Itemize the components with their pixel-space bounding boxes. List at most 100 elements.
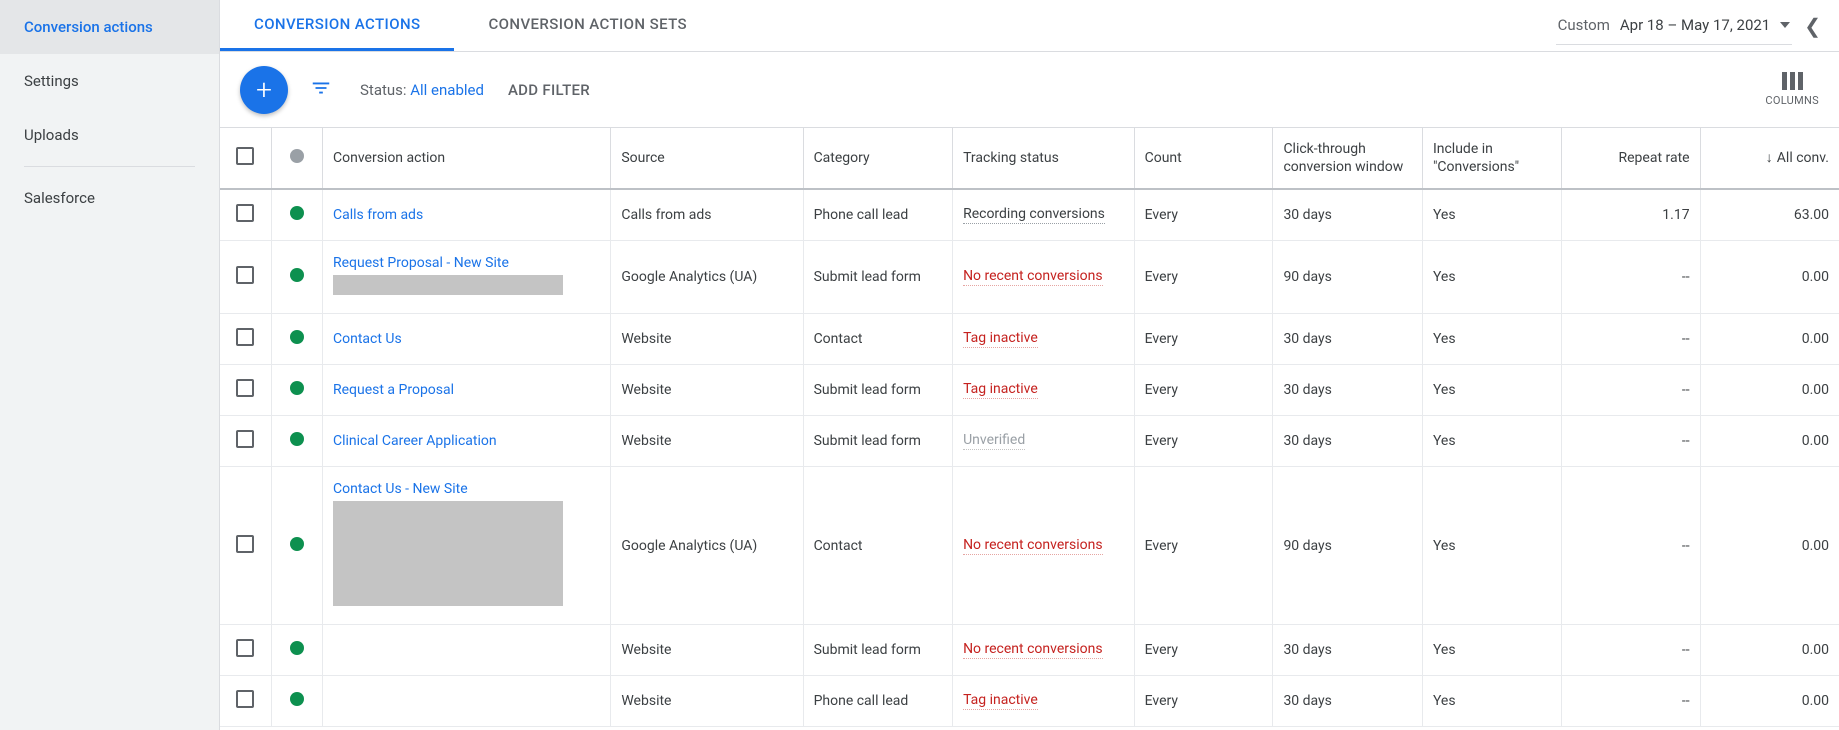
date-range-picker[interactable]: Custom Apr 18 – May 17, 2021 xyxy=(1556,6,1793,45)
status-dot[interactable] xyxy=(290,692,304,706)
cell-allconv: 0.00 xyxy=(1700,416,1839,467)
cell-count: Every xyxy=(1134,467,1273,625)
cell-category: Phone call lead xyxy=(803,676,953,727)
status-dot[interactable] xyxy=(290,330,304,344)
table-row: Contact Us - New SiteGoogle Analytics (U… xyxy=(220,467,1839,625)
cell-name xyxy=(323,625,611,676)
cell-source: Google Analytics (UA) xyxy=(611,241,803,314)
cell-allconv: 0.00 xyxy=(1700,676,1839,727)
cell-source: Website xyxy=(611,314,803,365)
cell-name: Calls from ads xyxy=(323,189,611,241)
conversions-table: Conversion action Source Category Tracki… xyxy=(220,128,1839,730)
sidebar-item-settings[interactable]: Settings xyxy=(0,54,219,108)
sidebar-item-salesforce[interactable]: Salesforce xyxy=(0,171,219,225)
row-checkbox[interactable] xyxy=(236,266,254,284)
chevron-down-icon[interactable] xyxy=(1780,22,1790,28)
conversion-name-link[interactable]: Clinical Career Application xyxy=(333,433,497,449)
cell-count: Every xyxy=(1134,241,1273,314)
status-dot[interactable] xyxy=(290,381,304,395)
cell-window: 30 days xyxy=(1273,416,1423,467)
row-checkbox[interactable] xyxy=(236,204,254,222)
row-checkbox[interactable] xyxy=(236,328,254,346)
cell-count: Every xyxy=(1134,365,1273,416)
col-header-include[interactable]: Include in "Conversions" xyxy=(1422,128,1561,189)
select-all-checkbox[interactable] xyxy=(236,147,254,165)
row-checkbox[interactable] xyxy=(236,535,254,553)
sidebar-item-conversion-actions[interactable]: Conversion actions xyxy=(0,0,219,54)
cell-tracking: Tag inactive xyxy=(953,365,1135,416)
cell-window: 30 days xyxy=(1273,365,1423,416)
cell-allconv: 0.00 xyxy=(1700,241,1839,314)
cell-count: Every xyxy=(1134,625,1273,676)
cell-include: Yes xyxy=(1422,416,1561,467)
main-panel: CONVERSION ACTIONSCONVERSION ACTION SETS… xyxy=(220,0,1839,730)
tab-conversion-actions[interactable]: CONVERSION ACTIONS xyxy=(220,0,454,51)
table-row: Request a ProposalWebsiteSubmit lead for… xyxy=(220,365,1839,416)
col-header-source[interactable]: Source xyxy=(611,128,803,189)
table-row: Clinical Career Application WebsiteSubmit… xyxy=(220,416,1839,467)
redacted-block xyxy=(333,275,563,295)
row-checkbox[interactable] xyxy=(236,379,254,397)
cell-include: Yes xyxy=(1422,189,1561,241)
cell-include: Yes xyxy=(1422,467,1561,625)
filter-icon[interactable] xyxy=(310,77,332,103)
cell-source: Website xyxy=(611,416,803,467)
cell-window: 90 days xyxy=(1273,241,1423,314)
col-header-all-conv[interactable]: ↓All conv. xyxy=(1700,128,1839,189)
cell-repeat: -- xyxy=(1561,365,1700,416)
cell-count: Every xyxy=(1134,416,1273,467)
cell-source: Calls from ads xyxy=(611,189,803,241)
row-checkbox[interactable] xyxy=(236,639,254,657)
conversion-name-link[interactable]: Request a Proposal xyxy=(333,382,454,398)
status-dot[interactable] xyxy=(290,268,304,282)
cell-window: 30 days xyxy=(1273,189,1423,241)
date-mode-label: Custom xyxy=(1558,16,1610,34)
col-header-tracking-status[interactable]: Tracking status xyxy=(953,128,1135,189)
col-header-click-window[interactable]: Click-through conversion window xyxy=(1273,128,1423,189)
row-checkbox[interactable] xyxy=(236,430,254,448)
status-header-dot[interactable] xyxy=(290,149,304,163)
col-header-repeat-rate[interactable]: Repeat rate xyxy=(1561,128,1700,189)
cell-tracking: Tag inactive xyxy=(953,314,1135,365)
cell-allconv: 63.00 xyxy=(1700,189,1839,241)
cell-count: Every xyxy=(1134,189,1273,241)
col-header-count[interactable]: Count xyxy=(1134,128,1273,189)
row-checkbox[interactable] xyxy=(236,690,254,708)
status-dot[interactable] xyxy=(290,641,304,655)
conversion-name-link[interactable]: Request Proposal - New Site xyxy=(333,255,509,271)
cell-category: Submit lead form xyxy=(803,416,953,467)
plus-icon: + xyxy=(256,76,272,104)
cell-category: Contact xyxy=(803,467,953,625)
cell-repeat: 1.17 xyxy=(1561,189,1700,241)
add-conversion-button[interactable]: + xyxy=(240,66,288,114)
cell-include: Yes xyxy=(1422,241,1561,314)
add-filter-button[interactable]: ADD FILTER xyxy=(508,81,590,99)
cell-repeat: -- xyxy=(1561,467,1700,625)
status-dot[interactable] xyxy=(290,537,304,551)
status-dot[interactable] xyxy=(290,432,304,446)
col-header-category[interactable]: Category xyxy=(803,128,953,189)
conversion-name-link[interactable]: Contact Us xyxy=(333,331,402,347)
filter-bar: + Status: All enabled ADD FILTER COLUMNS xyxy=(220,52,1839,128)
status-filter[interactable]: Status: All enabled xyxy=(360,81,484,99)
cell-category: Phone call lead xyxy=(803,189,953,241)
cell-repeat: -- xyxy=(1561,241,1700,314)
tabs-row: CONVERSION ACTIONSCONVERSION ACTION SETS… xyxy=(220,0,1839,52)
conversion-name-link[interactable]: Contact Us - New Site xyxy=(333,481,468,497)
cell-name: Request Proposal - New Site xyxy=(323,241,611,314)
sidebar-item-uploads[interactable]: Uploads xyxy=(0,108,219,162)
cell-allconv: 0.00 xyxy=(1700,625,1839,676)
date-prev-icon[interactable]: ❮ xyxy=(1792,14,1827,38)
cell-allconv: 0.00 xyxy=(1700,467,1839,625)
status-dot[interactable] xyxy=(290,206,304,220)
cell-window: 90 days xyxy=(1273,467,1423,625)
cell-include: Yes xyxy=(1422,314,1561,365)
conversion-name-link[interactable]: Calls from ads xyxy=(333,207,423,223)
col-header-conversion-action[interactable]: Conversion action xyxy=(323,128,611,189)
cell-repeat: -- xyxy=(1561,676,1700,727)
tab-conversion-action-sets[interactable]: CONVERSION ACTION SETS xyxy=(454,0,721,51)
columns-label: COLUMNS xyxy=(1765,94,1819,107)
columns-button[interactable]: COLUMNS xyxy=(1765,72,1819,107)
table-row: Calls from adsCalls from adsPhone call l… xyxy=(220,189,1839,241)
cell-tracking: Tag inactive xyxy=(953,676,1135,727)
